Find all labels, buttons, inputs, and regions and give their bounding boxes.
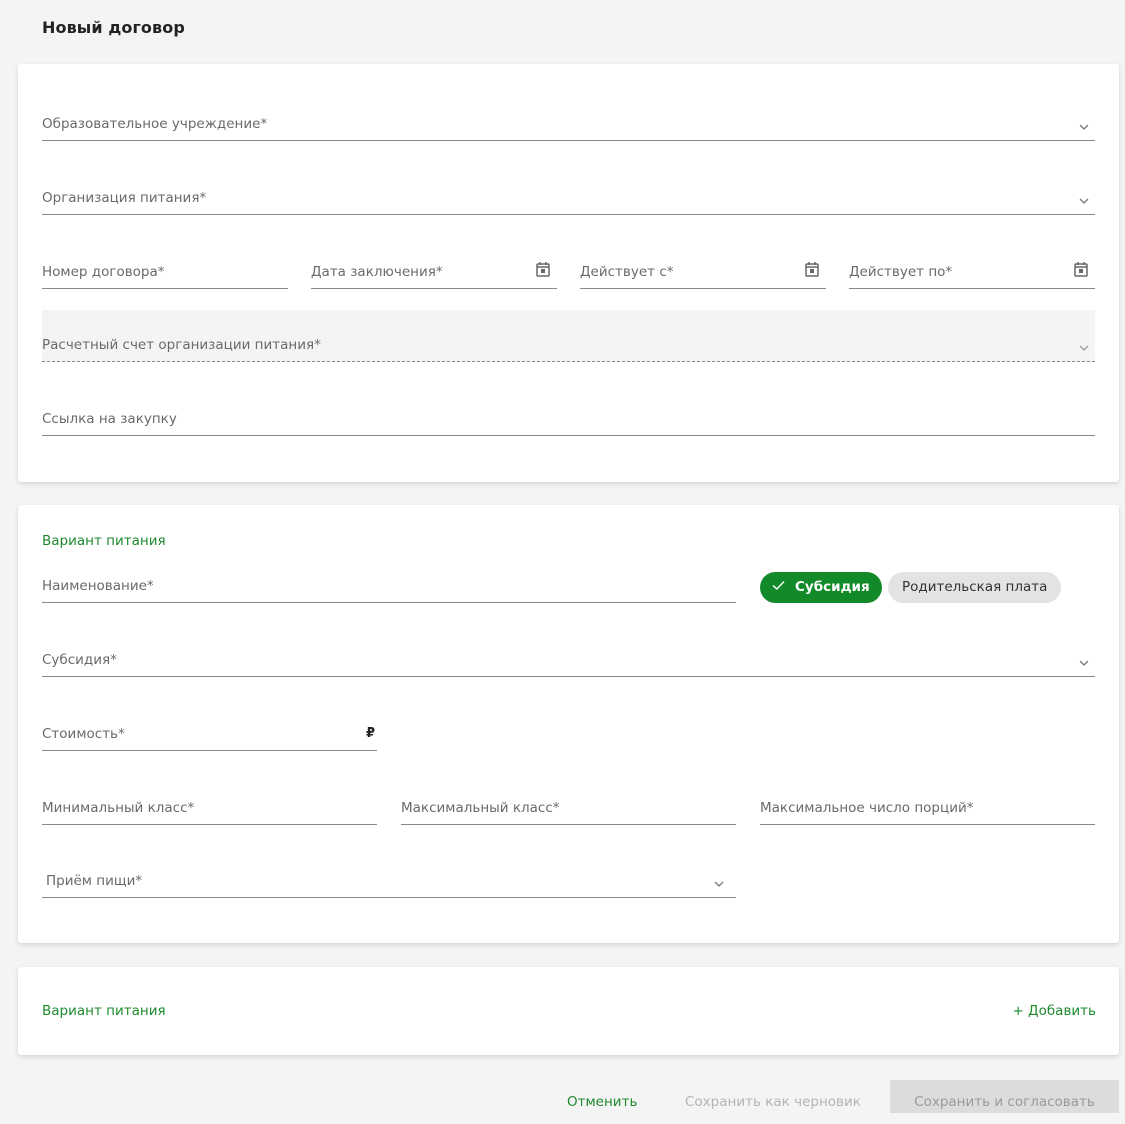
valid-from-input[interactable]: Действует с*	[580, 255, 826, 289]
valid-from-label: Действует с*	[580, 264, 674, 280]
account-select[interactable]: Расчетный счет организации питания*	[42, 310, 1095, 362]
page-title: Новый договор	[42, 18, 185, 37]
check-icon	[772, 581, 785, 590]
valid-to-label: Действует по*	[849, 264, 953, 280]
meal-variant-card: Вариант питания Наименование* Субсидия Р…	[18, 505, 1119, 943]
meal-variant-title: Вариант питания	[42, 533, 166, 549]
add-meal-variant-card: Вариант питания + Добавить	[18, 967, 1119, 1055]
institution-label: Образовательное учреждение*	[42, 116, 268, 132]
institution-select[interactable]: Образовательное учреждение*	[42, 107, 1095, 141]
purchase-link-label: Ссылка на закупку	[42, 411, 177, 427]
chip-parent-fee-label: Родительская плата	[902, 579, 1048, 595]
purchase-link-input[interactable]: Ссылка на закупку	[42, 402, 1095, 436]
meal-select[interactable]: Приём пищи*	[42, 864, 736, 898]
catering-org-label: Организация питания*	[42, 190, 207, 206]
chip-subsidy[interactable]: Субсидия	[760, 572, 882, 603]
calendar-icon[interactable]	[805, 261, 819, 277]
chevron-down-icon	[1079, 660, 1089, 666]
variant-name-label: Наименование*	[42, 578, 154, 594]
variant-name-input[interactable]: Наименование*	[42, 569, 736, 603]
calendar-icon[interactable]	[536, 261, 550, 277]
cancel-button[interactable]: Отменить	[567, 1080, 637, 1113]
catering-org-select[interactable]: Организация питания*	[42, 181, 1095, 215]
max-class-input[interactable]: Максимальный класс*	[401, 791, 736, 825]
account-label: Расчетный счет организации питания*	[42, 337, 321, 353]
conclusion-date-input[interactable]: Дата заключения*	[311, 255, 557, 289]
chevron-down-icon	[714, 881, 724, 887]
min-class-input[interactable]: Минимальный класс*	[42, 791, 377, 825]
valid-to-input[interactable]: Действует по*	[849, 255, 1095, 289]
conclusion-date-label: Дата заключения*	[311, 264, 443, 280]
max-class-label: Максимальный класс*	[401, 800, 560, 816]
calendar-icon[interactable]	[1074, 261, 1088, 277]
max-portions-input[interactable]: Максимальное число порций*	[760, 791, 1095, 825]
chevron-down-icon	[1079, 124, 1089, 130]
cost-input[interactable]: Стоимость* ₽	[42, 717, 377, 751]
add-variant-button[interactable]: + Добавить	[1012, 1003, 1096, 1019]
save-and-approve-button[interactable]: Сохранить и согласовать	[890, 1080, 1119, 1113]
subsidy-label: Субсидия*	[42, 652, 117, 668]
chip-subsidy-label: Субсидия	[795, 579, 870, 595]
meal-label: Приём пищи*	[46, 873, 143, 889]
contract-number-label: Номер договора*	[42, 264, 165, 280]
max-portions-label: Максимальное число порций*	[760, 800, 974, 816]
ruble-sign: ₽	[365, 726, 375, 741]
chevron-down-icon	[1079, 198, 1089, 204]
save-draft-button[interactable]: Сохранить как черновик	[685, 1080, 861, 1113]
contract-details-card: Образовательное учреждение* Организация …	[18, 64, 1119, 482]
subsidy-select[interactable]: Субсидия*	[42, 643, 1095, 677]
contract-number-input[interactable]: Номер договора*	[42, 255, 288, 289]
chip-parent-fee[interactable]: Родительская плата	[888, 572, 1062, 603]
meal-variant-add-title: Вариант питания	[42, 1003, 166, 1019]
chevron-down-icon	[1079, 345, 1089, 351]
cost-label: Стоимость*	[42, 726, 125, 742]
min-class-label: Минимальный класс*	[42, 800, 195, 816]
